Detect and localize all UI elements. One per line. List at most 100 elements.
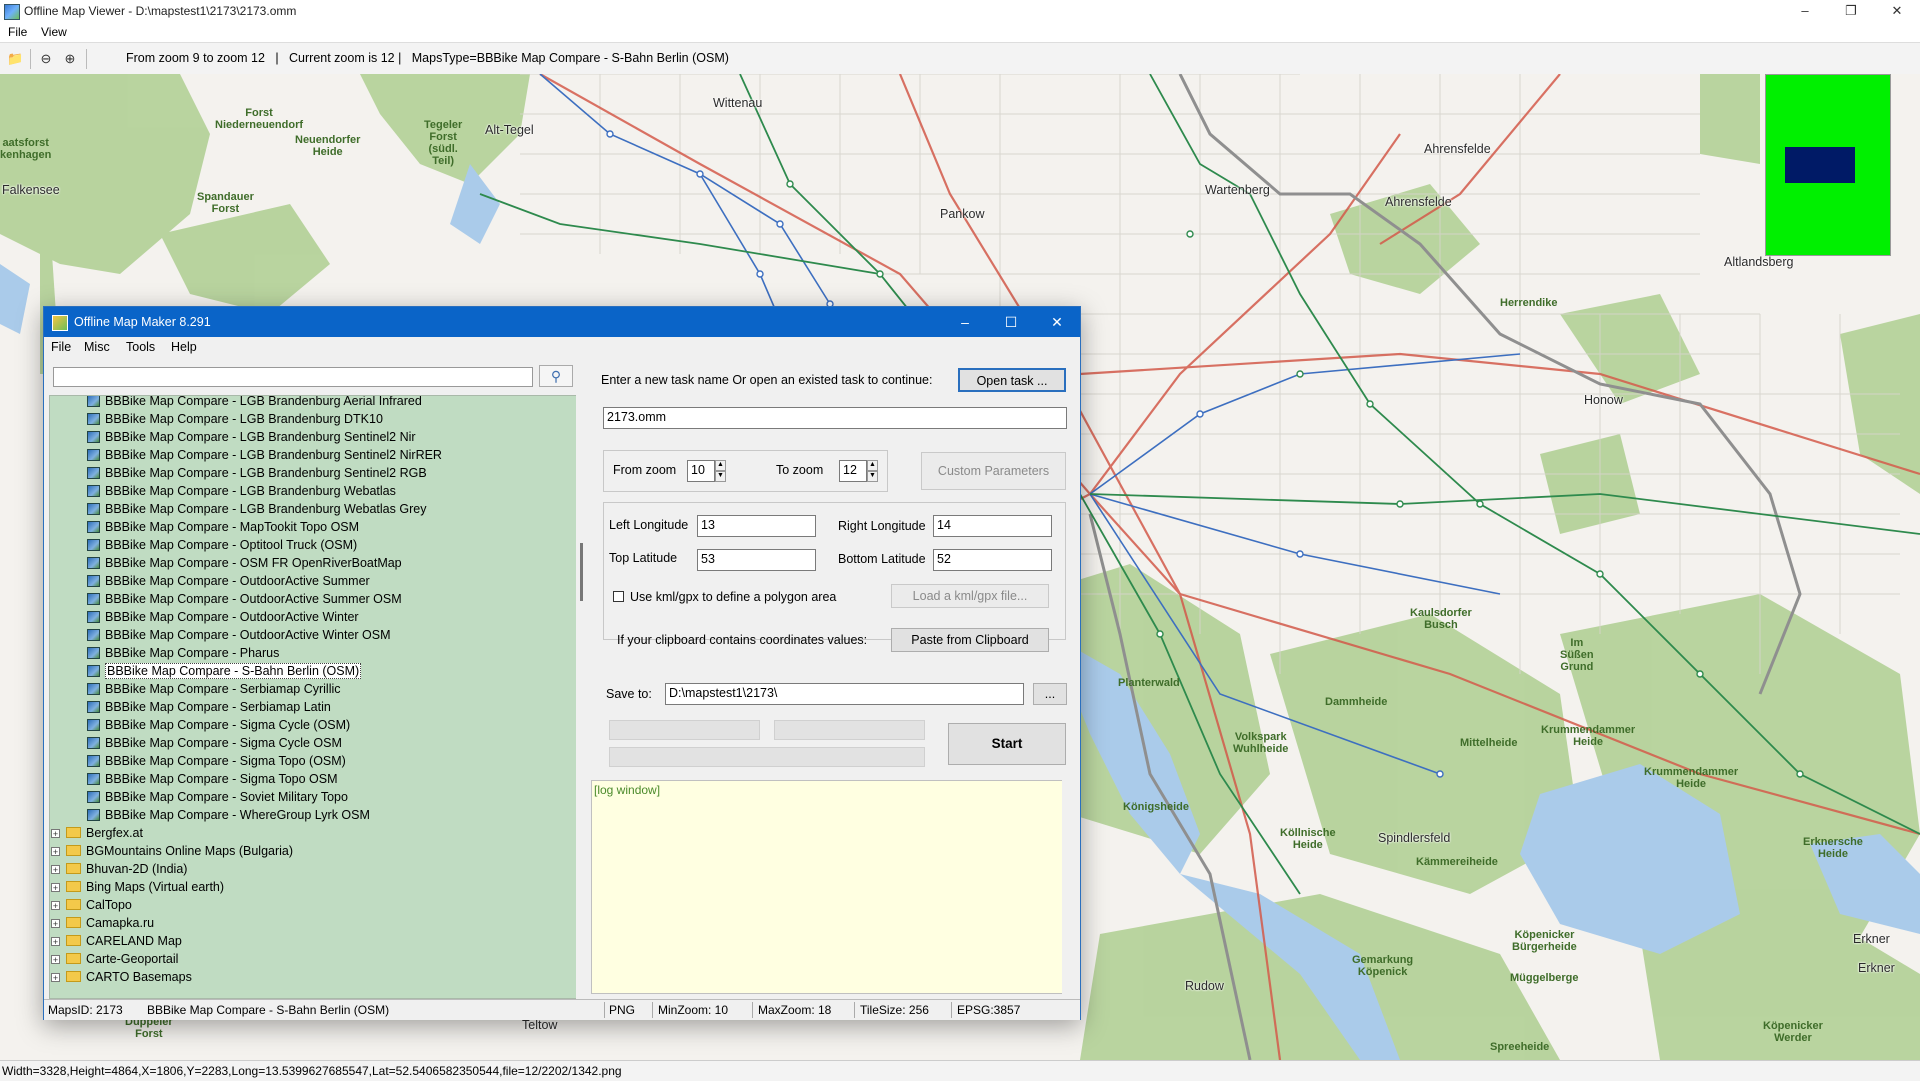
menu-help[interactable]: Help <box>171 340 197 354</box>
to-zoom-input[interactable]: 12 <box>839 460 867 482</box>
expand-plus-icon[interactable]: + <box>51 937 60 947</box>
expand-plus-icon[interactable]: + <box>51 865 60 875</box>
tree-item[interactable]: BBBike Map Compare - Sigma Cycle OSM <box>87 734 342 752</box>
expand-plus-icon[interactable]: + <box>51 973 60 983</box>
zoom-in-icon[interactable]: ⊕ <box>62 51 78 67</box>
load-kml-button[interactable]: Load a kml/gpx file... <box>891 584 1049 608</box>
tree-item[interactable]: BBBike Map Compare - OSM FR OpenRiverBoa… <box>87 554 402 572</box>
browse-button[interactable]: ... <box>1033 683 1067 705</box>
dialog-title-bar[interactable]: Offline Map Maker 8.291 – ☐ ✕ <box>44 307 1080 337</box>
expand-plus-icon[interactable]: + <box>51 919 60 929</box>
close-icon[interactable]: ✕ <box>1034 307 1080 337</box>
paste-from-clipboard-button[interactable]: Paste from Clipboard <box>891 628 1049 652</box>
top-latitude-input[interactable]: 53 <box>697 549 816 571</box>
expand-plus-icon[interactable]: + <box>51 955 60 965</box>
tree-item[interactable]: BBBike Map Compare - WhereGroup Lyrk OSM <box>87 806 370 824</box>
map-label-wartenberg: Wartenberg <box>1205 183 1270 197</box>
tree-item[interactable]: BBBike Map Compare - OutdoorActive Summe… <box>87 572 370 590</box>
expand-plus-icon[interactable]: + <box>51 901 60 911</box>
task-name-input[interactable]: 2173.omm <box>603 407 1067 429</box>
status-maps-id: MapsID: 2173 <box>48 1003 123 1017</box>
bottom-latitude-input[interactable]: 52 <box>933 549 1052 571</box>
from-zoom-input[interactable]: 10 <box>687 460 715 482</box>
spin-up-icon[interactable]: ▲ <box>867 460 878 471</box>
scrollbar-thumb[interactable] <box>580 543 583 601</box>
tree-item[interactable]: BBBike Map Compare - Soviet Military Top… <box>87 788 348 806</box>
custom-parameters-button[interactable]: Custom Parameters <box>921 452 1066 490</box>
tree-item[interactable]: BBBike Map Compare - LGB Brandenburg Sen… <box>87 428 416 446</box>
kml-checkbox[interactable] <box>613 591 624 602</box>
minimize-icon[interactable]: – <box>942 307 988 337</box>
expand-plus-icon[interactable]: + <box>51 847 60 857</box>
tree-item[interactable]: BBBike Map Compare - Optitool Truck (OSM… <box>87 536 357 554</box>
tree-item[interactable]: BBBike Map Compare - Pharus <box>87 644 279 662</box>
overview-viewport-rect[interactable] <box>1785 147 1855 183</box>
tree-item[interactable]: BBBike Map Compare - Sigma Topo (OSM) <box>87 752 346 770</box>
clipboard-prompt-label: If your clipboard contains coordinates v… <box>617 633 868 647</box>
map-maker-app-icon <box>52 315 68 331</box>
viewer-menu-file[interactable]: File <box>8 25 27 39</box>
tree-item[interactable]: BBBike Map Compare - Sigma Topo OSM <box>87 770 338 788</box>
open-folder-icon[interactable]: 📁 <box>7 51 23 67</box>
tree-folder[interactable]: + CARELAND Map <box>51 932 182 950</box>
spin-down-icon[interactable]: ▼ <box>867 471 878 482</box>
tree-item[interactable]: BBBike Map Compare - MapTookit Topo OSM <box>87 518 359 536</box>
tree-folder[interactable]: + Camapka.ru <box>51 914 154 932</box>
viewer-toolbar: 📁 ⊖ ⊕ From zoom 9 to zoom 12 | Current z… <box>0 42 1920 76</box>
tree-scrollbar[interactable] <box>576 395 590 999</box>
maximize-icon[interactable]: ❐ <box>1828 0 1874 22</box>
right-longitude-input[interactable]: 14 <box>933 515 1052 537</box>
tree-item[interactable]: BBBike Map Compare - LGB Brandenburg Web… <box>87 482 396 500</box>
map-search-input[interactable] <box>53 367 533 387</box>
log-window[interactable]: [log window] <box>591 780 1063 994</box>
map-label-rudow: Rudow <box>1185 979 1224 993</box>
map-label-wittenau: Wittenau <box>713 96 763 110</box>
tree-folder[interactable]: + CARTO Basemaps <box>51 968 192 986</box>
map-layer-icon <box>87 575 100 587</box>
folder-icon <box>66 899 81 910</box>
tree-item[interactable]: BBBike Map Compare - LGB Brandenburg Web… <box>87 500 426 518</box>
tree-item[interactable]: BBBike Map Compare - OutdoorActive Summe… <box>87 590 402 608</box>
spin-down-icon[interactable]: ▼ <box>715 471 726 482</box>
tree-item[interactable]: BBBike Map Compare - LGB Brandenburg Sen… <box>87 464 427 482</box>
tree-item[interactable]: BBBike Map Compare - Serbiamap Latin <box>87 698 331 716</box>
menu-file[interactable]: File <box>51 340 71 354</box>
tree-folder[interactable]: + BGMountains Online Maps (Bulgaria) <box>51 842 293 860</box>
viewer-menu-view[interactable]: View <box>41 25 67 39</box>
tree-folder[interactable]: + Bergfex.at <box>51 824 143 842</box>
start-button[interactable]: Start <box>948 723 1066 765</box>
tree-item-selected[interactable]: BBBike Map Compare - S-Bahn Berlin (OSM) <box>87 662 362 680</box>
map-source-tree[interactable]: BBBike Map Compare - LGB Brandenburg Aer… <box>49 395 581 999</box>
map-layer-icon <box>87 539 100 551</box>
save-to-label: Save to: <box>606 687 652 701</box>
map-label-pankow: Pankow <box>940 207 985 221</box>
tree-item[interactable]: BBBike Map Compare - Serbiamap Cyrillic <box>87 680 341 698</box>
tree-item[interactable]: BBBike Map Compare - OutdoorActive Winte… <box>87 626 391 644</box>
tree-item[interactable]: BBBike Map Compare - OutdoorActive Winte… <box>87 608 359 626</box>
expand-plus-icon[interactable]: + <box>51 883 60 893</box>
maximize-icon[interactable]: ☐ <box>988 307 1034 337</box>
tree-item[interactable]: BBBike Map Compare - LGB Brandenburg Sen… <box>87 446 442 464</box>
search-button[interactable]: ⚲ <box>539 365 573 387</box>
overview-minimap[interactable] <box>1765 74 1891 256</box>
map-viewer-app-icon <box>4 4 20 20</box>
open-task-button[interactable]: Open task ... <box>958 368 1066 392</box>
menu-misc[interactable]: Misc <box>84 340 110 354</box>
left-longitude-input[interactable]: 13 <box>697 515 816 537</box>
menu-tools[interactable]: Tools <box>126 340 155 354</box>
tree-item[interactable]: BBBike Map Compare - Sigma Cycle (OSM) <box>87 716 350 734</box>
log-scrollbar[interactable] <box>1062 780 1076 994</box>
tree-folder[interactable]: + Bing Maps (Virtual earth) <box>51 878 224 896</box>
tree-folder[interactable]: + Carte-Geoportail <box>51 950 178 968</box>
map-label-im-suessen-grund: Im Süßen Grund <box>1560 637 1594 673</box>
save-to-input[interactable]: D:\mapstest1\2173\ <box>665 683 1024 705</box>
spin-up-icon[interactable]: ▲ <box>715 460 726 471</box>
tree-folder[interactable]: + CalTopo <box>51 896 132 914</box>
zoom-out-icon[interactable]: ⊖ <box>38 51 54 67</box>
tree-item[interactable]: BBBike Map Compare - LGB Brandenburg DTK… <box>87 410 383 428</box>
expand-plus-icon[interactable]: + <box>51 829 60 839</box>
close-icon[interactable]: ✕ <box>1874 0 1920 22</box>
tree-folder[interactable]: + Bhuvan-2D (India) <box>51 860 187 878</box>
minimize-icon[interactable]: – <box>1782 0 1828 22</box>
tree-item[interactable]: BBBike Map Compare - LGB Brandenburg Aer… <box>87 396 422 410</box>
